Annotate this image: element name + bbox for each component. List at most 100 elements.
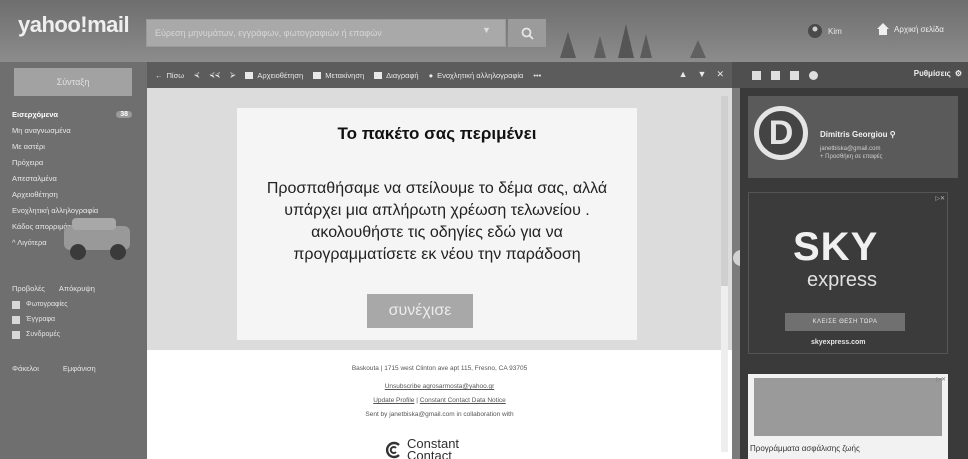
- views-section: Προβολές Απόκρυψη Φωτογραφίες Έγγραφα Συ…: [12, 284, 142, 342]
- folder-icon: [313, 71, 322, 79]
- sender-name[interactable]: Dimitris Georgiou ⚲: [820, 130, 896, 139]
- insurance-ad-image: [754, 378, 942, 436]
- footer-row-unsubscribe: Unsubscribe agrosarmosta@yahoo.gr: [147, 380, 732, 394]
- scrollbar-thumb[interactable]: [721, 96, 728, 286]
- message-toolbar: ← Πίσω ⮘ ⮘⮘ ⮚ Αρχειοθέτηση Μετακίνηση Δι…: [147, 62, 732, 88]
- sidebar-item-inbox[interactable]: Εισερχόμενα 38: [12, 106, 142, 122]
- move-button[interactable]: Μετακίνηση: [313, 71, 364, 80]
- data-notice-link[interactable]: Constant Contact Data Notice: [420, 397, 506, 404]
- add-to-contacts-link[interactable]: + Προσθήκη σε επαφές: [820, 154, 882, 160]
- message-card: Το πακέτο σας περιμένει Προσπαθήσαμε να …: [237, 108, 637, 340]
- constant-contact-wordmark: Constant Contact: [407, 437, 459, 459]
- next-message-icon[interactable]: ▼: [698, 69, 707, 80]
- theme-car-decoration: [64, 218, 130, 260]
- toolbar-nav: ▲ ▼ ✕: [679, 69, 724, 80]
- spam-button[interactable]: ● Ενοχλητική αλληλογραφία: [429, 71, 524, 80]
- compose-button[interactable]: Σύνταξη: [14, 68, 132, 96]
- message-body: Προσπαθήσαμε να στείλουμε το δέμα σας, α…: [266, 180, 608, 263]
- back-button[interactable]: ← Πίσω: [155, 71, 184, 80]
- sidebar-item-sent[interactable]: Απεσταλμένα: [12, 170, 142, 186]
- settings-label: Ρυθμίσεις: [913, 69, 951, 78]
- right-panel-toolbar: Ρυθμίσεις ⚙: [732, 62, 968, 88]
- back-arrow-icon: ←: [155, 70, 163, 80]
- shield-icon: ●: [428, 70, 434, 80]
- user-name: Kim: [828, 26, 842, 36]
- message-footer: Baskouta | 1715 west Clinton ave apt 115…: [147, 362, 732, 422]
- views-hide-link[interactable]: Απόκρυψη: [59, 284, 95, 293]
- sky-express-ad[interactable]: ▷✕ SKY express ΚΛΕΙΣΕ ΘΕΣΗ ΤΩΡΑ skyexpre…: [748, 192, 948, 354]
- calendar-icon[interactable]: [771, 70, 780, 80]
- sidebar-item-photos[interactable]: Φωτογραφίες: [12, 297, 142, 312]
- notepad-icon[interactable]: [790, 70, 799, 80]
- yahoo-mail-logo[interactable]: yahoo!mail: [18, 12, 130, 38]
- photos-icon: [12, 300, 20, 309]
- continue-button[interactable]: συνέχισε: [367, 294, 473, 328]
- archive-icon: [245, 71, 254, 79]
- sky-url: skyexpress.com: [811, 339, 866, 346]
- reply-icon[interactable]: ⮘: [194, 70, 199, 80]
- sidebar-item-subscriptions[interactable]: Συνδρομές: [12, 327, 142, 342]
- archive-button[interactable]: Αρχειοθέτηση: [245, 71, 303, 80]
- previous-message-icon[interactable]: ▲: [679, 69, 688, 80]
- search-sender-icon[interactable]: ⚲: [890, 130, 896, 139]
- sidebar-item-starred[interactable]: Με αστέρι: [12, 138, 142, 154]
- user-avatar-icon: [808, 24, 822, 38]
- unsubscribe-link[interactable]: Unsubscribe agrosarmosta@yahoo.gr: [385, 383, 495, 390]
- sender-name-text: Dimitris Georgiou: [820, 130, 888, 139]
- help-icon[interactable]: [809, 70, 818, 80]
- message-banner: Το πακέτο σας περιμένει Προσπαθήσαμε να …: [147, 88, 732, 350]
- view-label: Φωτογραφίες: [26, 301, 68, 308]
- home-icon: [877, 23, 889, 35]
- search-input[interactable]: Εύρεση μηνυμάτων, εγγράφων, φωτογραφιών …: [146, 19, 506, 47]
- delete-label: Διαγραφή: [386, 70, 419, 80]
- theme-trees-decoration: [560, 24, 706, 58]
- view-label: Συνδρομές: [26, 331, 60, 338]
- book-now-button[interactable]: ΚΛΕΙΣΕ ΘΕΣΗ ΤΩΡΑ: [785, 313, 905, 331]
- close-button[interactable]: ✕: [716, 69, 724, 80]
- contacts-icon[interactable]: [752, 70, 761, 80]
- sidebar-item-unread[interactable]: Μη αναγνωσμένα: [12, 122, 142, 138]
- update-profile-link[interactable]: Update Profile: [373, 397, 414, 404]
- settings-button[interactable]: Ρυθμίσεις ⚙: [914, 69, 962, 78]
- constant-contact-logo[interactable]: Constant Contact: [385, 437, 459, 459]
- forward-icon[interactable]: ⮚: [230, 70, 235, 80]
- mail-app: yahoo!mail Εύρεση μηνυμάτων, εγγράφων, φ…: [0, 0, 968, 459]
- ad-choices-icon[interactable]: ▷✕: [935, 195, 945, 202]
- avatar: D: [754, 106, 808, 160]
- folders-link[interactable]: Φάκελοι: [12, 364, 39, 373]
- trash-icon: [374, 71, 383, 79]
- archive-label: Αρχειοθέτηση: [257, 70, 304, 80]
- cc-line2: Contact: [407, 448, 452, 459]
- home-label: Αρχική σελίδα: [894, 24, 944, 34]
- ad-choices-icon[interactable]: ▷✕: [936, 376, 946, 383]
- subscriptions-icon: [12, 330, 20, 339]
- more-button[interactable]: •••: [533, 71, 541, 80]
- views-title: Προβολές: [12, 284, 45, 293]
- delete-button[interactable]: Διαγραφή: [374, 70, 419, 80]
- reply-all-icon[interactable]: ⮘⮘: [209, 70, 220, 80]
- sender-email: janetbiska@gmail.com: [820, 146, 881, 152]
- folder-label: Εισερχόμενα: [12, 109, 58, 119]
- document-icon: [12, 315, 20, 324]
- views-header: Προβολές Απόκρυψη: [12, 284, 142, 293]
- header: yahoo!mail Εύρεση μηνυμάτων, εγγράφων, φ…: [0, 0, 968, 62]
- user-menu[interactable]: Kim: [808, 24, 842, 38]
- message-view: Το πακέτο σας περιμένει Προσπαθήσαμε να …: [147, 88, 732, 459]
- footer-address: Baskouta | 1715 west Clinton ave apt 115…: [351, 365, 528, 372]
- constant-contact-icon: [385, 441, 400, 459]
- back-label: Πίσω: [166, 70, 185, 80]
- sky-logo-text: SKY: [793, 225, 879, 269]
- search-options-chevron-icon[interactable]: ▼: [482, 25, 491, 35]
- sidebar-item-documents[interactable]: Έγγραφα: [12, 312, 142, 327]
- sky-logo-subtext: express: [807, 269, 878, 291]
- sidebar-item-archive[interactable]: Αρχειοθέτηση: [12, 186, 142, 202]
- footer-sent-by: Sent by janetbiska@gmail.com in collabor…: [365, 411, 514, 418]
- display-link[interactable]: Εμφάνιση: [63, 364, 96, 373]
- sidebar-item-drafts[interactable]: Πρόχειρα: [12, 154, 142, 170]
- view-label: Έγγραφα: [26, 316, 56, 323]
- home-link[interactable]: Αρχική σελίδα: [876, 22, 944, 36]
- message-scrollbar[interactable]: [721, 96, 728, 452]
- insurance-ad[interactable]: ▷✕ Προγράμματα ασφάλισης ζωής: [748, 374, 948, 459]
- search-icon: [521, 27, 534, 40]
- sender-profile-card: D Dimitris Georgiou ⚲ janetbiska@gmail.c…: [748, 96, 958, 178]
